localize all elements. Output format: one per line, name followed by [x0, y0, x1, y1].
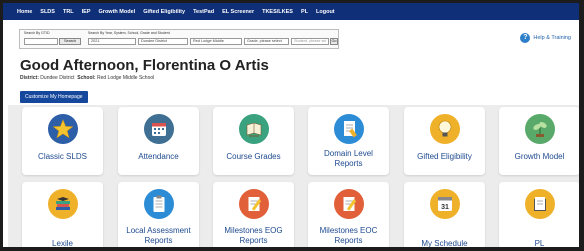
- browser-frame: Home SLDS TRL IEP Growth Model Gifted El…: [0, 0, 584, 251]
- calendar-icon: [143, 114, 174, 144]
- nav-pl[interactable]: PL: [301, 9, 308, 15]
- tile-label: Attendance: [138, 152, 179, 161]
- tile-label: Course Grades: [226, 152, 281, 161]
- search-by-id-label: Search By GTID: [24, 31, 50, 35]
- books-icon: [47, 189, 78, 219]
- search-button[interactable]: Search: [59, 38, 81, 45]
- district-school-line: District: Dundee District School: Red Lo…: [20, 75, 154, 81]
- district-select[interactable]: Dundee District: [138, 38, 188, 45]
- search-by-year-label: Search By Year, System, School, Grade an…: [88, 31, 170, 35]
- tile-course-grades[interactable]: Course Grades: [213, 107, 294, 175]
- school-label: School:: [77, 75, 96, 81]
- star-icon: [47, 114, 78, 144]
- school-select[interactable]: Red Lodge Middle: [190, 38, 242, 45]
- tile-label: Lexile: [52, 239, 73, 248]
- tile-local-assessment-reports[interactable]: Local Assessment Reports: [118, 182, 199, 247]
- nav-iep[interactable]: IEP: [82, 9, 91, 15]
- student-select[interactable]: Student, please sel: [291, 38, 329, 45]
- lightbulb-icon: [429, 114, 460, 144]
- plant-icon: [524, 114, 555, 144]
- book-icon: [238, 114, 269, 144]
- nav-tkes-lkes[interactable]: TKES/LKES: [262, 9, 293, 15]
- tile-domain-level-reports[interactable]: Domain Level Reports: [308, 107, 389, 175]
- clipboard-icon: [143, 189, 174, 219]
- tile-label: My Schedule: [421, 239, 468, 248]
- tile-milestones-eog-reports[interactable]: Milestones EOG Reports: [213, 182, 294, 247]
- tile-label: Gifted Eligibility: [417, 152, 472, 161]
- calendar-31-icon: 31: [429, 189, 460, 219]
- tile-my-schedule[interactable]: 31 My Schedule: [404, 182, 485, 248]
- help-training-link[interactable]: ? Help & Training: [520, 33, 571, 43]
- help-training-label: Help & Training: [533, 35, 571, 41]
- tile-label-line-1: Domain Level: [324, 149, 373, 158]
- help-icon: ?: [520, 33, 531, 43]
- nav-trl[interactable]: TRL: [63, 9, 74, 15]
- tile-label-line-1: Milestones EOC: [319, 226, 378, 235]
- student-search-panel: Search By GTID Search By Year, System, S…: [19, 29, 339, 49]
- nav-el-screener[interactable]: EL Screener: [222, 9, 254, 15]
- year-select[interactable]: 2021: [88, 38, 136, 45]
- district-label: District:: [20, 75, 39, 81]
- gtid-input[interactable]: [24, 38, 58, 45]
- tile-label: PL: [534, 239, 545, 248]
- tile-label-line-2: Reports: [144, 236, 173, 245]
- nav-logout[interactable]: Logout: [316, 9, 335, 15]
- calendar-day-number: 31: [441, 204, 449, 211]
- go-button[interactable]: Go: [330, 38, 338, 45]
- tile-label-line-1: Milestones EOG: [224, 226, 283, 235]
- tile-pl[interactable]: PL: [499, 182, 579, 248]
- customize-homepage-button[interactable]: Customize My Homepage: [20, 91, 88, 103]
- tile-milestones-eoc-reports[interactable]: Milestones EOC Reports: [308, 182, 389, 247]
- school-value: Red Lodge Middle School: [97, 75, 155, 81]
- nav-testpad[interactable]: TestPad: [193, 9, 214, 15]
- report-icon: [333, 114, 364, 144]
- pencil-paper-icon: [333, 189, 364, 219]
- nav-home[interactable]: Home: [17, 9, 32, 15]
- tile-label-line-1: Local Assessment: [126, 226, 191, 235]
- tile-attendance[interactable]: Attendance: [118, 107, 199, 175]
- tile-label: Classic SLDS: [38, 152, 87, 161]
- greeting-title: Good Afternoon, Florentina O Artis: [20, 57, 269, 74]
- nav-gifted-eligibility[interactable]: Gifted Eligibility: [143, 9, 185, 15]
- app-tiles-grid: Classic SLDS Attendance Course Grades Do…: [8, 105, 579, 247]
- tile-label-line-2: Reports: [239, 236, 268, 245]
- tile-growth-model[interactable]: Growth Model: [499, 107, 579, 175]
- tile-label-line-2: Reports: [334, 159, 363, 168]
- grade-select[interactable]: Grade, please select: [244, 38, 289, 45]
- nav-growth-model[interactable]: Growth Model: [99, 9, 136, 15]
- tile-label-line-2: Reports: [334, 236, 363, 245]
- tile-lexile[interactable]: Lexile: [22, 182, 103, 248]
- tile-classic-slds[interactable]: Classic SLDS: [22, 107, 103, 175]
- tile-label: Growth Model: [514, 152, 565, 161]
- folder-icon: [524, 189, 555, 219]
- top-navigation: Home SLDS TRL IEP Growth Model Gifted El…: [3, 3, 579, 20]
- pencil-paper-icon: [238, 189, 269, 219]
- nav-slds[interactable]: SLDS: [40, 9, 55, 15]
- district-value: Dundee District: [40, 75, 75, 81]
- tile-gifted-eligibility[interactable]: Gifted Eligibility: [404, 107, 485, 175]
